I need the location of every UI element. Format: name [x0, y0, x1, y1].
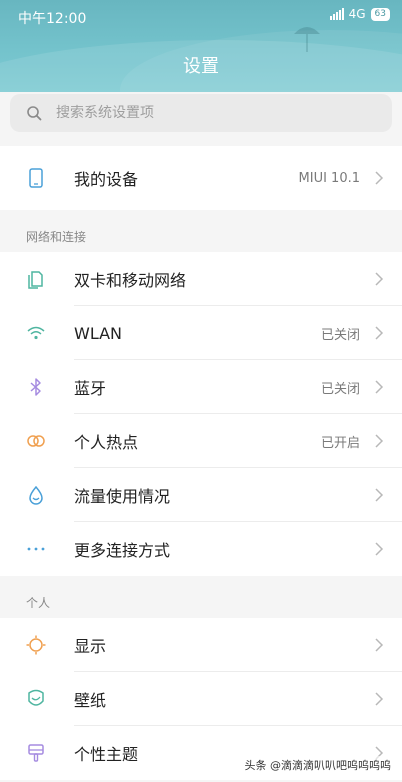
bluetooth-item[interactable]: 蓝牙 已关闭 [0, 360, 402, 414]
bluetooth-label: 蓝牙 [74, 379, 107, 398]
wlan-item[interactable]: WLAN 已关闭 [0, 306, 402, 360]
status-bar: 中午12:00 4G 63 [0, 0, 402, 34]
search-bar[interactable] [10, 94, 392, 132]
display-label: 显示 [74, 637, 107, 656]
dual-sim-label: 双卡和移动网络 [74, 271, 187, 290]
bluetooth-icon [30, 378, 41, 396]
brightness-icon [26, 635, 46, 655]
header-banner: 中午12:00 4G 63 设置 [0, 0, 402, 92]
watermark-text: 头条 @滴滴滴叭叭吧呜呜呜呜 [241, 756, 394, 774]
chevron-right-icon [375, 326, 384, 340]
my-device-value: MIUI 10.1 [298, 170, 360, 186]
data-usage-item[interactable]: 流量使用情况 [0, 468, 402, 522]
more-connections-label: 更多连接方式 [74, 541, 171, 560]
search-icon [27, 106, 42, 121]
section-title: 个人 [26, 596, 51, 610]
wallpaper-label: 壁纸 [74, 691, 107, 710]
bluetooth-value: 已关闭 [320, 381, 360, 397]
wlan-value: 已关闭 [320, 327, 360, 343]
hotspot-label: 个人热点 [74, 433, 139, 452]
network-group: 双卡和移动网络 WLAN 已关闭 蓝牙 已关闭 个人热点 已开启 流量使用情况 … [0, 252, 402, 576]
status-indicators: 4G 63 [329, 7, 390, 21]
sim-card-icon [28, 271, 43, 289]
wlan-label: WLAN [74, 323, 123, 343]
search-input[interactable] [54, 104, 358, 122]
theme-label: 个性主题 [74, 745, 139, 764]
more-connections-item[interactable]: 更多连接方式 [0, 522, 402, 576]
wallpaper-item[interactable]: 壁纸 [0, 672, 402, 726]
data-usage-label: 流量使用情况 [74, 487, 171, 506]
device-group: 我的设备 MIUI 10.1 [0, 146, 402, 210]
chevron-right-icon [375, 434, 384, 448]
chevron-right-icon [375, 380, 384, 394]
hotspot-value: 已开启 [320, 435, 360, 451]
more-dots-icon [27, 547, 45, 551]
section-header-network: 网络和连接 [0, 220, 402, 252]
dual-sim-item[interactable]: 双卡和移动网络 [0, 252, 402, 306]
chevron-right-icon [375, 171, 384, 185]
battery-icon: 63 [370, 7, 390, 21]
my-device-label: 我的设备 [74, 170, 139, 189]
section-header-personal: 个人 [0, 586, 402, 618]
phone-icon [29, 168, 43, 188]
status-time: 中午12:00 [18, 11, 87, 27]
signal-icon [329, 8, 344, 20]
my-device-item[interactable]: 我的设备 MIUI 10.1 [0, 146, 402, 210]
theme-brush-icon [28, 744, 44, 762]
drop-icon [29, 485, 43, 505]
chevron-right-icon [375, 542, 384, 556]
hotspot-icon [27, 435, 45, 447]
chevron-right-icon [375, 692, 384, 706]
section-title: 网络和连接 [26, 230, 87, 244]
display-item[interactable]: 显示 [0, 618, 402, 672]
wifi-icon [27, 326, 45, 340]
page-title: 设置 [183, 56, 219, 77]
chevron-right-icon [375, 488, 384, 502]
network-type: 4G [348, 7, 366, 21]
hotspot-item[interactable]: 个人热点 已开启 [0, 414, 402, 468]
chevron-right-icon [375, 638, 384, 652]
chevron-right-icon [375, 272, 384, 286]
wallpaper-icon [28, 689, 44, 706]
